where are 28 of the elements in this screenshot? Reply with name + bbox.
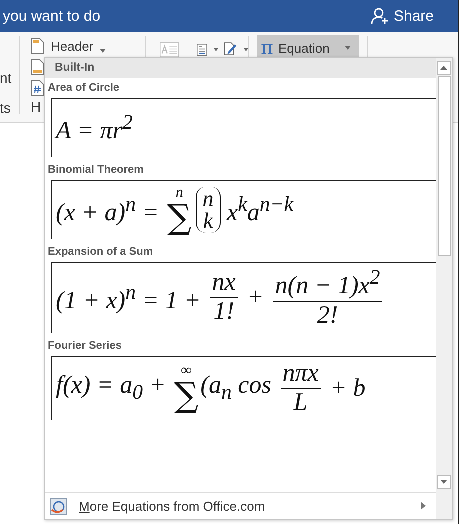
footer-icon[interactable] [31,59,45,76]
scroll-up-icon[interactable] [437,61,451,75]
equation-title: Fourier Series [48,338,123,354]
more-equations-link[interactable]: More Equations from Office.com [79,498,266,514]
globe-link-icon [50,498,67,514]
tell-me-text[interactable]: you want to do [3,8,101,24]
ribbon-group-label: ts [0,100,12,116]
submenu-arrow-icon [421,502,426,510]
signature-pen-icon[interactable] [224,40,238,58]
ribbon-label: nt [0,70,13,86]
caret-icon[interactable] [244,48,248,52]
share-button[interactable]: Share [370,7,434,25]
equation-title: Binomial Theorem [48,163,145,178]
scroll-thumb[interactable] [438,76,450,256]
equation-title: Area of Circle [48,81,121,96]
person-icon [370,7,389,25]
caret-icon [100,48,106,52]
ribbon-group-label: H [31,99,42,115]
scrollbar[interactable] [436,58,452,519]
quick-parts-icon[interactable] [197,42,208,58]
page-icon [31,38,45,55]
page-number-icon[interactable] [31,80,45,97]
caret-icon[interactable] [214,48,218,52]
section-header: Built-In [45,58,436,78]
scroll-down-icon[interactable] [437,475,451,489]
header-button[interactable]: Header [31,38,145,55]
caret-icon [344,46,351,50]
equation-title: Expansion of a Sum [48,245,154,260]
